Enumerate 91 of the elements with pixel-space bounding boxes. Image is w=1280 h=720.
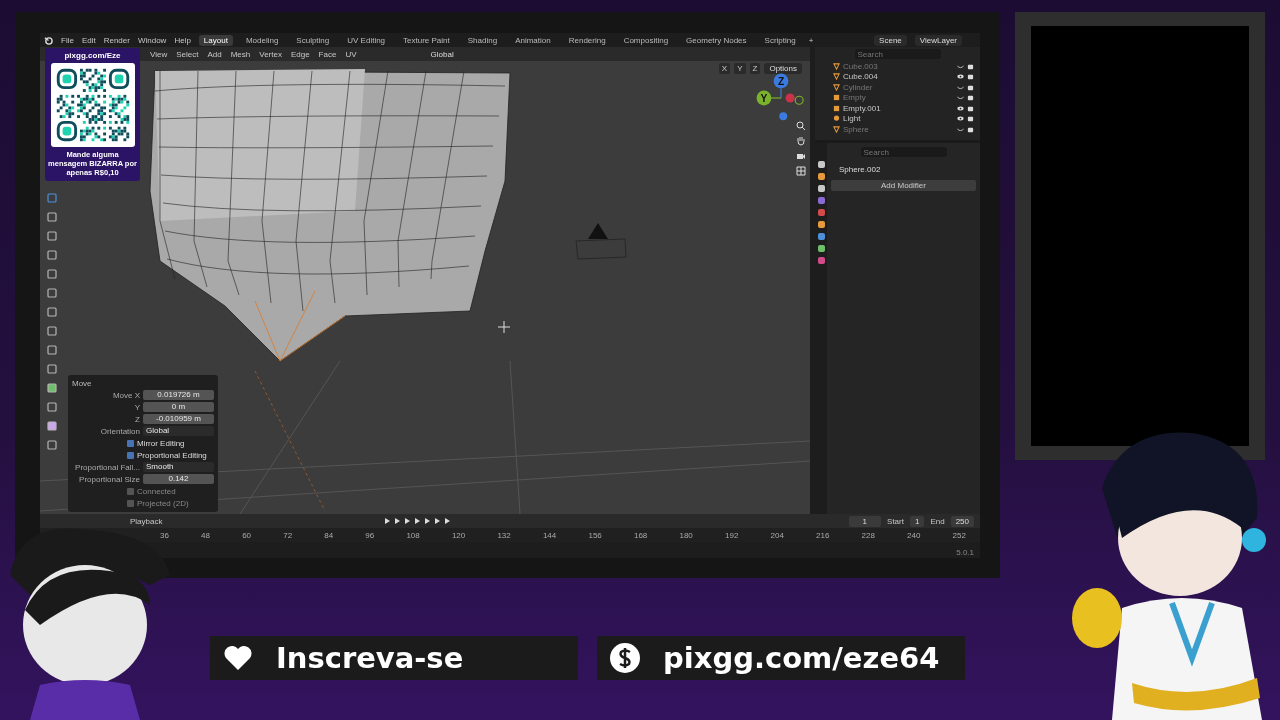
banner-text: pixgg.com/eze64 xyxy=(663,641,940,675)
number-field[interactable]: -0.010959 m xyxy=(143,414,214,424)
frame-tick-label: 36 xyxy=(160,530,169,540)
workspace-tab[interactable]: Animation xyxy=(510,34,556,46)
outliner-item[interactable]: Cube.004 xyxy=(843,72,954,82)
checkbox-label: Proportional Editing xyxy=(137,450,207,460)
workspace-tab[interactable]: Scripting xyxy=(759,34,801,46)
frame-tick-label: 48 xyxy=(201,530,210,540)
field-label: Proportional Size xyxy=(78,474,140,484)
frame-tick-label: 180 xyxy=(679,530,693,540)
workspace-tab[interactable]: Geometry Nodes xyxy=(681,34,752,46)
viewport-menu-item[interactable]: Vertex xyxy=(259,49,282,59)
current-frame-field[interactable]: 1 xyxy=(848,515,882,527)
viewport-menu-item[interactable]: UV xyxy=(345,49,357,59)
add-workspace-button[interactable]: + xyxy=(808,35,814,45)
scene-field[interactable]: Scene xyxy=(874,34,907,46)
add-modifier-button[interactable]: Add Modifier xyxy=(831,180,976,191)
checkbox-label: Mirror Editing xyxy=(137,438,185,448)
frame-tick-label: 240 xyxy=(907,530,921,540)
field-label: End xyxy=(930,516,945,526)
frame-tick-label: 228 xyxy=(861,530,875,540)
workspace-tab[interactable]: Layout xyxy=(198,34,233,46)
frame-tick-label: 72 xyxy=(283,530,293,540)
navigation-gizmo[interactable]: Z Y xyxy=(756,73,806,123)
gizmo-axis-label: Z xyxy=(777,75,785,87)
frame-tick-label: 252 xyxy=(952,530,966,540)
gizmo-axis-label: Y xyxy=(760,93,768,104)
viewport-menu-item[interactable]: Face xyxy=(318,49,337,59)
options-dropdown[interactable]: Options xyxy=(764,63,802,74)
outliner-item[interactable]: Empty xyxy=(843,93,954,103)
outliner-item[interactable]: Empty.001 xyxy=(843,103,954,113)
object-name: Sphere.002 xyxy=(838,165,882,174)
outliner-item[interactable]: Sphere xyxy=(843,124,954,134)
end-frame-field[interactable]: 250 xyxy=(950,515,974,527)
workspace-tab[interactable]: Compositing xyxy=(618,34,674,46)
workspace-tab[interactable]: Rendering xyxy=(563,34,611,46)
menu-item[interactable]: Edit xyxy=(81,35,96,45)
frame-tick-label: 192 xyxy=(725,530,739,540)
frame-tick-label: 156 xyxy=(588,530,602,540)
viewport-menu-item[interactable]: Mesh xyxy=(230,49,251,59)
field-label: Move X xyxy=(111,390,140,400)
viewport-menu-item[interactable]: View xyxy=(150,49,168,59)
menu-item[interactable]: Render xyxy=(103,35,130,45)
frame-tick-label: 96 xyxy=(365,530,375,540)
field-label: Z xyxy=(134,414,140,424)
number-field[interactable]: 0 m xyxy=(143,402,214,412)
playback-menu[interactable]: Playback xyxy=(130,516,163,526)
view-layer-field[interactable]: ViewLayer xyxy=(914,34,962,46)
viewport-menu-item[interactable]: Select xyxy=(176,49,199,59)
frame-tick-label: 84 xyxy=(324,530,334,540)
viewport-menu-item[interactable]: Add xyxy=(207,49,222,59)
axis-toggle[interactable]: Y xyxy=(734,63,746,74)
menu-item[interactable]: File xyxy=(61,35,74,45)
workspace-tab[interactable]: Texture Paint xyxy=(398,34,455,46)
checkbox-label: Projected (2D) xyxy=(137,498,189,508)
version-label: 5.0.1 xyxy=(956,548,974,557)
frame-tick-label: 168 xyxy=(633,530,648,540)
falloff-dropdown[interactable]: Smooth xyxy=(143,462,214,472)
frame-tick-label: 108 xyxy=(406,530,420,540)
frame-tick-label: 132 xyxy=(497,530,511,540)
field-label: Orientation xyxy=(99,426,140,436)
field-label: Start xyxy=(887,516,904,526)
banner-text: Inscreva-se xyxy=(276,641,464,675)
frame-tick-label: 120 xyxy=(451,530,466,540)
workspace-tab[interactable]: Sculpting xyxy=(291,34,335,46)
frame-tick-label: 204 xyxy=(770,530,784,540)
number-field[interactable]: 0.142 xyxy=(143,474,214,484)
field-label: Proportional Fall... xyxy=(74,462,140,472)
outliner-item[interactable]: Light xyxy=(843,114,954,124)
start-frame-field[interactable]: 1 xyxy=(909,515,925,527)
number-field[interactable]: 0.019726 m xyxy=(143,390,214,400)
axis-toggle[interactable]: Z xyxy=(749,63,761,74)
menu-item[interactable]: Help xyxy=(174,35,191,45)
workspace-tab[interactable]: Shading xyxy=(462,34,503,46)
search-field[interactable]: Search xyxy=(860,147,947,157)
frame-tick-label: 216 xyxy=(816,530,830,540)
overlay-title: pixgg.com/Eze xyxy=(64,51,121,60)
field-label: Y xyxy=(133,402,140,412)
search-field[interactable]: Search xyxy=(854,49,941,59)
workspace-tab[interactable]: Modeling xyxy=(240,34,284,46)
outliner-item[interactable]: Cube.003 xyxy=(843,61,954,71)
workspace-tab[interactable]: UV Editing xyxy=(342,34,391,46)
viewport-menu-item[interactable]: Edge xyxy=(290,49,310,59)
frame-tick-label: 60 xyxy=(242,530,252,540)
outliner-item[interactable]: Cylinder xyxy=(843,82,954,92)
axis-toggle[interactable]: X xyxy=(718,63,731,74)
frame-tick-label: 144 xyxy=(542,530,557,540)
panel-title[interactable]: Move xyxy=(72,378,92,388)
orientation-dropdown[interactable]: Global xyxy=(143,426,214,436)
checkbox-label: Connected xyxy=(137,486,176,496)
menu-item[interactable]: Window xyxy=(137,35,167,45)
